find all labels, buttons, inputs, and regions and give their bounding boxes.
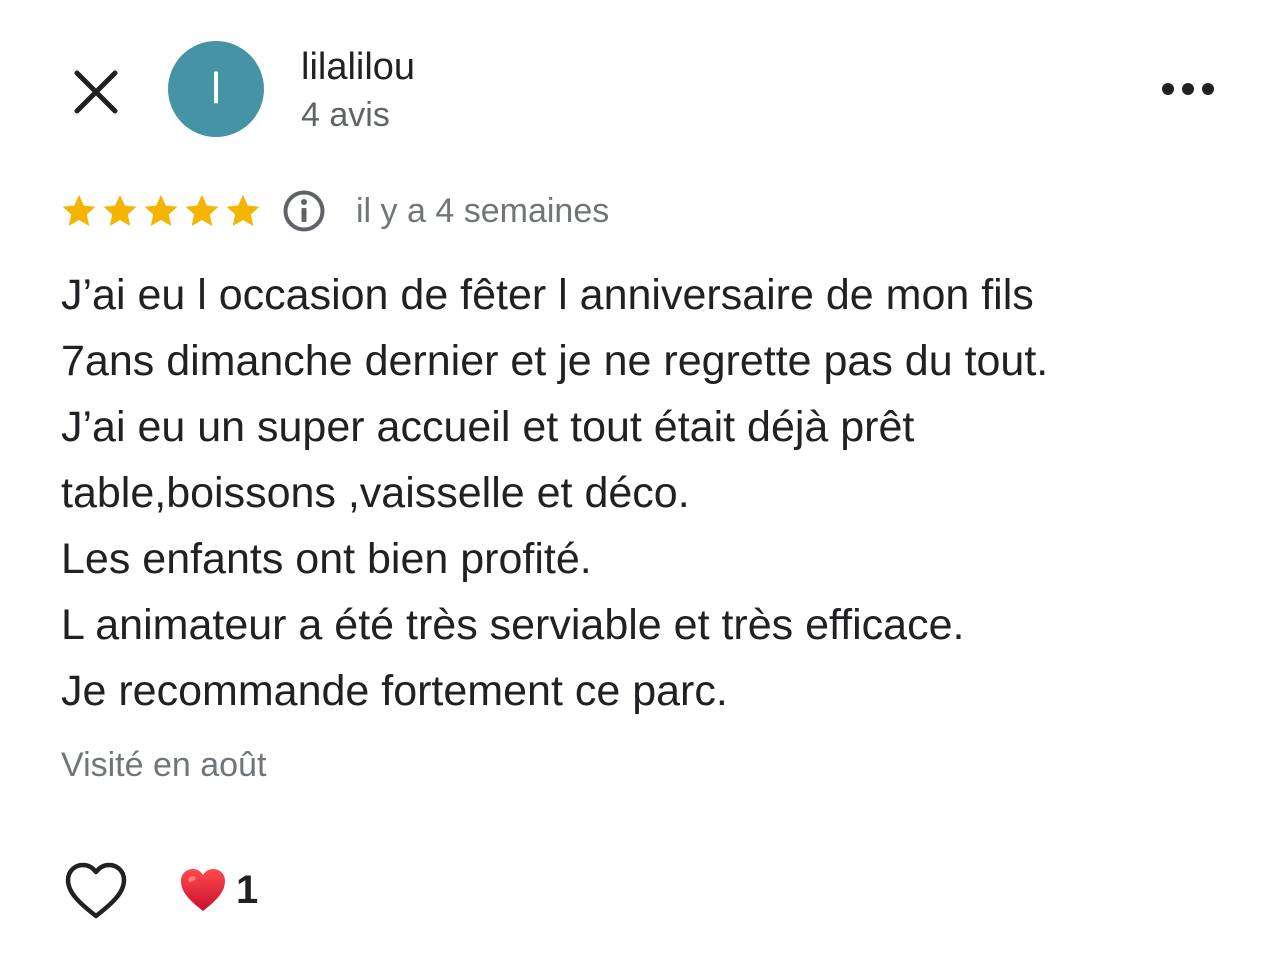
rating-row: il y a 4 semaines (60, 186, 609, 236)
star-rating (60, 192, 265, 230)
avatar[interactable]: l (168, 41, 264, 137)
review-detail-card: l lilalilou 4 avis il y a 4 semaines J’a… (0, 0, 1284, 957)
star-icon (226, 194, 260, 227)
close-button[interactable] (64, 60, 128, 124)
review-text: J’ai eu l occasion de fêter l anniversai… (61, 271, 1049, 715)
star-icon (62, 194, 96, 227)
close-icon (74, 70, 118, 114)
visited-date: Visité en août (61, 746, 267, 784)
reaction-summary[interactable]: 1 (178, 862, 258, 918)
star-icon (185, 194, 219, 227)
user-name[interactable]: lilalilou (301, 44, 415, 90)
review-time-ago: il y a 4 semaines (356, 191, 610, 230)
star-icon (144, 194, 178, 227)
star-icon (103, 194, 137, 227)
more-horizontal-icon (1162, 83, 1214, 95)
reaction-count: 1 (236, 867, 259, 912)
user-review-count[interactable]: 4 avis (301, 94, 390, 136)
info-icon[interactable] (282, 189, 326, 233)
red-heart-icon (181, 869, 225, 911)
avatar-letter: l (211, 64, 221, 113)
more-options-button[interactable] (1150, 64, 1226, 114)
like-button[interactable] (60, 856, 132, 926)
heart-outline-icon (65, 862, 127, 919)
